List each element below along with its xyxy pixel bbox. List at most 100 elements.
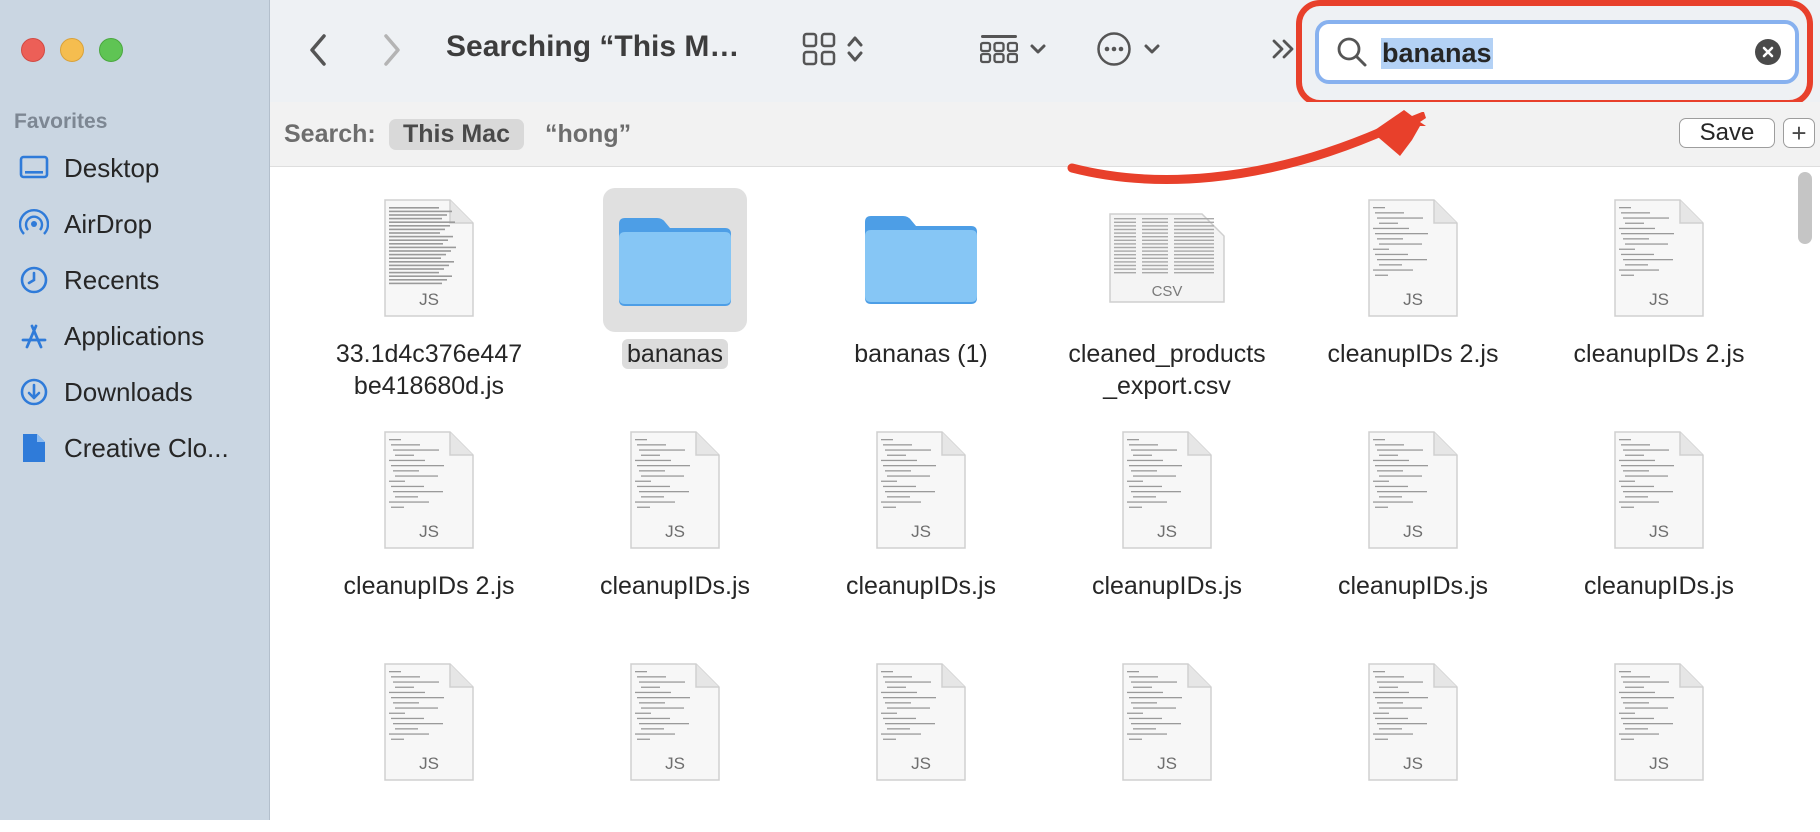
file-item[interactable]: JS [1290, 612, 1536, 832]
svg-text:CSV: CSV [1152, 283, 1183, 300]
document-icon [18, 432, 50, 464]
forward-button[interactable] [380, 30, 404, 70]
file-item[interactable]: JS cleanupIDs.js [798, 380, 1044, 600]
file-item[interactable]: JS [1536, 612, 1782, 832]
minimize-window-button[interactable] [60, 38, 84, 62]
js-file-icon: JS [849, 650, 993, 794]
file-item[interactable]: JS [1044, 612, 1290, 832]
svg-text:JS: JS [1403, 290, 1423, 309]
svg-text:JS: JS [1403, 754, 1423, 773]
file-item[interactable]: JS cleanupIDs 2.js [1536, 148, 1782, 368]
js-file-icon: JS [357, 186, 501, 330]
file-name-line: cleanupIDs.js [1091, 572, 1243, 600]
window-controls [21, 38, 123, 62]
folder-icon [603, 188, 747, 332]
zoom-window-button[interactable] [99, 38, 123, 62]
file-name: cleanupIDs.js [552, 570, 798, 602]
file-item[interactable]: JS cleanupIDs.js [552, 380, 798, 600]
sidebar-item-recents[interactable]: Recents [0, 252, 270, 308]
js-file-icon: JS [357, 650, 501, 794]
file-item[interactable]: JS cleanupIDs 2.js [306, 380, 552, 600]
svg-text:JS: JS [1403, 522, 1423, 541]
sidebar-item-downloads[interactable]: Downloads [0, 364, 270, 420]
sidebar-item-applications[interactable]: Applications [0, 308, 270, 364]
sidebar-list: Desktop AirDrop Recents Applications Downloa… [0, 140, 270, 476]
more-toolbar-items-button[interactable] [1270, 34, 1298, 64]
file-item[interactable]: JS [552, 612, 798, 832]
csv-file-icon: CSV [1095, 186, 1239, 330]
file-item[interactable]: JS cleanupIDs.js [1536, 380, 1782, 600]
file-item[interactable]: JS 33.1d4c376e447 be418680d.js [306, 148, 552, 400]
sidebar-item-label: Downloads [64, 376, 193, 407]
js-file-icon: JS [603, 650, 747, 794]
file-name-line: cleanupIDs.js [845, 572, 997, 600]
save-search-button[interactable]: Save [1679, 118, 1775, 148]
file-name-line: cleanupIDs.js [1337, 572, 1489, 600]
js-file-icon: JS [1095, 650, 1239, 794]
sidebar-item-label: Recents [64, 264, 160, 295]
js-file-icon: JS [1341, 650, 1485, 794]
svg-text:JS: JS [1649, 522, 1669, 541]
icon-grid-view-icon [802, 32, 836, 66]
js-file-icon: JS [1341, 186, 1485, 330]
file-name-line: 33.1d4c376e447 [335, 340, 523, 368]
js-file-icon: JS [603, 418, 747, 562]
file-item[interactable]: CSV cleaned_products _export.csv [1044, 148, 1290, 400]
file-name-line: bananas (1) [854, 340, 988, 368]
file-item[interactable]: JS [306, 612, 552, 832]
js-file-icon: JS [357, 418, 501, 562]
file-item[interactable]: JS cleanupIDs.js [1044, 380, 1290, 600]
double-chevron-right-icon [1272, 39, 1294, 59]
annotation-highlight-box [1296, 0, 1813, 106]
file-name-line: cleanupIDs 2.js [1573, 340, 1745, 368]
clock-icon [18, 264, 50, 296]
file-name-line: cleaned_products [1068, 340, 1266, 368]
folder-item[interactable]: bananas [552, 148, 798, 369]
scope-folder-button[interactable]: “hong” [545, 120, 631, 149]
group-by-button[interactable] [980, 34, 1048, 64]
action-menu-button[interactable] [1096, 31, 1162, 67]
back-button[interactable] [306, 30, 330, 70]
airdrop-icon [18, 208, 50, 240]
scope-this-mac-button[interactable]: This Mac [389, 119, 524, 150]
svg-text:JS: JS [419, 754, 439, 773]
svg-text:JS: JS [419, 290, 439, 309]
svg-text:JS: JS [911, 754, 931, 773]
js-file-icon: JS [1587, 186, 1731, 330]
sidebar-item-airdrop[interactable]: AirDrop [0, 196, 270, 252]
svg-text:JS: JS [665, 522, 685, 541]
file-name: cleanupIDs.js [1290, 570, 1536, 602]
add-criteria-button[interactable]: + [1783, 118, 1815, 148]
favorites-heading: Favorites [14, 110, 108, 133]
svg-text:JS: JS [911, 522, 931, 541]
download-icon [18, 376, 50, 408]
file-name: cleanupIDs.js [798, 570, 1044, 602]
vertical-scrollbar[interactable] [1798, 172, 1812, 244]
file-grid: JS 33.1d4c376e447 be418680d.js bananas banan… [270, 166, 1790, 820]
window-title: Searching “This M… [446, 30, 740, 63]
ellipsis-circle-icon [1097, 32, 1131, 66]
svg-text:JS: JS [665, 754, 685, 773]
sidebar-item-creative-clo[interactable]: Creative Clo... [0, 420, 270, 476]
close-window-button[interactable] [21, 38, 45, 62]
file-item[interactable]: JS cleanupIDs.js [1290, 380, 1536, 600]
js-file-icon: JS [849, 418, 993, 562]
sidebar-item-desktop[interactable]: Desktop [0, 140, 270, 196]
chevron-updown-icon [847, 36, 863, 62]
chevron-left-icon [310, 34, 326, 66]
file-name: cleanupIDs.js [1044, 570, 1290, 602]
file-item[interactable]: JS [798, 612, 1044, 832]
svg-text:JS: JS [1157, 754, 1177, 773]
folder-item[interactable]: bananas (1) [798, 148, 1044, 368]
file-name: cleanupIDs.js [1536, 570, 1782, 602]
svg-text:JS: JS [419, 522, 439, 541]
js-file-icon: JS [1341, 418, 1485, 562]
file-name: cleanupIDs 2.js [1290, 338, 1536, 370]
js-file-icon: JS [1095, 418, 1239, 562]
file-name: cleanupIDs 2.js [1536, 338, 1782, 370]
svg-text:JS: JS [1649, 290, 1669, 309]
file-item[interactable]: JS cleanupIDs 2.js [1290, 148, 1536, 368]
view-mode-button[interactable] [802, 32, 866, 66]
sidebar-item-label: Creative Clo... [64, 432, 229, 463]
chevron-right-icon [384, 34, 400, 66]
